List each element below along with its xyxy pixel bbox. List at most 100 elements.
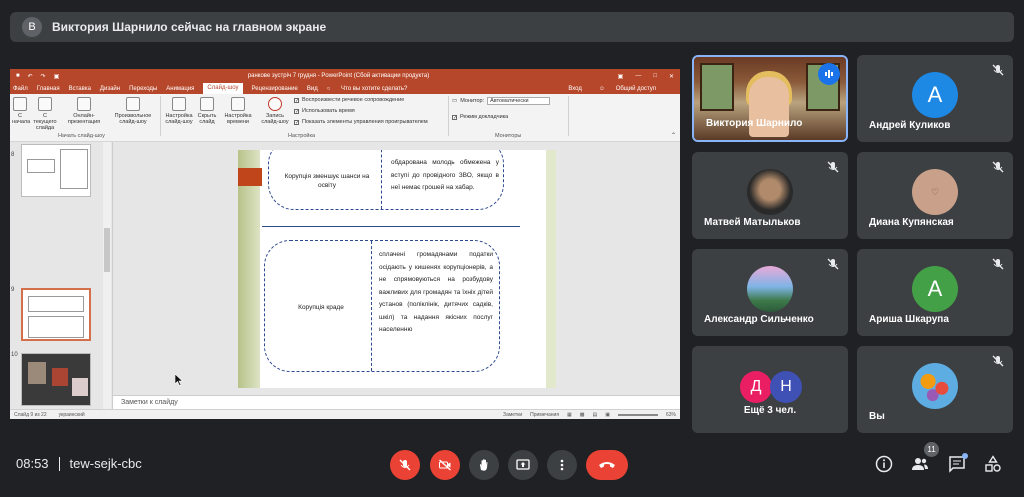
participant-name: Виктория Шарнило — [706, 118, 803, 129]
tab-design[interactable]: Дизайн — [100, 86, 120, 92]
camera-toggle-button[interactable] — [430, 450, 460, 480]
undo-icon[interactable]: ↶ — [28, 73, 33, 80]
participant-name: Матвей Матыльков — [704, 217, 801, 228]
participant-name: Вы — [869, 411, 885, 422]
participant-tile[interactable]: ♡ Диана Купянская — [857, 152, 1013, 239]
ribbon: С начала С текущего слайда Онлайн-презен… — [10, 94, 680, 142]
use-timings-checkbox[interactable]: ✓ Использовать время — [294, 108, 355, 114]
slide-canvas: Корупція зменшує шанси на освіту обдаров… — [113, 142, 680, 395]
tab-home[interactable]: Главная — [37, 86, 60, 92]
avatar: А — [912, 72, 958, 118]
notes-toggle[interactable]: Заметки — [503, 412, 522, 418]
presenting-banner: В Виктория Шарнило сейчас на главном экр… — [10, 12, 1014, 42]
participant-name: Александр Сильченко — [704, 314, 814, 325]
participant-count-badge: 11 — [924, 442, 939, 457]
rehearse-timings-button[interactable]: Настройка времени — [220, 97, 256, 125]
check-icon: ✓ — [294, 119, 300, 126]
mic-off-icon — [992, 258, 1004, 270]
hide-slide-icon — [200, 97, 214, 111]
participant-tile[interactable]: Александр Сильченко — [692, 249, 848, 336]
avatar — [747, 169, 793, 215]
present-screen-button[interactable] — [508, 450, 538, 480]
participant-tile[interactable]: А Андрей Куликов — [857, 55, 1013, 142]
mic-toggle-button[interactable] — [390, 450, 420, 480]
hide-slide-button[interactable]: Скрыть слайд — [196, 97, 218, 125]
close-icon[interactable]: ✕ — [669, 73, 674, 80]
share-button[interactable]: ☺ Общий доступ — [599, 86, 665, 92]
zoom-slider[interactable] — [617, 413, 658, 416]
normal-view-icon[interactable]: ▦ — [567, 412, 572, 418]
chat-notification-dot — [962, 453, 968, 459]
meeting-info-button[interactable] — [873, 453, 895, 475]
thumbnails-scrollbar[interactable] — [103, 142, 111, 409]
powerpoint-titlebar: ■ ↶ ↷ ▣ ранкове зустріч 7 грудня - Power… — [10, 69, 680, 83]
slide-counter: Слайд 9 из 22 — [14, 411, 47, 418]
tab-review[interactable]: Рецензирование — [252, 86, 298, 92]
sorter-view-icon[interactable]: ▩ — [580, 412, 585, 418]
tab-insert[interactable]: Вставка — [69, 86, 91, 92]
reading-view-icon[interactable]: ▤ — [593, 412, 598, 418]
row-label: Корупція краде — [298, 303, 344, 311]
record-icon — [268, 97, 282, 111]
ribbon-options-icon[interactable]: ▣ — [618, 73, 624, 80]
media-controls-checkbox[interactable]: ✓ Показать элементы управления проигрыват… — [294, 119, 428, 125]
participant-tile[interactable]: А Ариша Шкарупа — [857, 249, 1013, 336]
slide-thumbnail[interactable] — [21, 353, 91, 406]
ribbon-tabs: Файл Главная Вставка Дизайн Переходы Ани… — [10, 83, 680, 94]
tab-slideshow[interactable]: Слайд-шоу — [203, 83, 243, 94]
raise-hand-button[interactable] — [469, 450, 499, 480]
collapse-ribbon-icon[interactable]: ⌃ — [671, 132, 676, 139]
narration-checkbox[interactable]: ✓ Воспроизвести речевое сопровождение — [294, 97, 404, 103]
row-text: сплачені громадянами податки осідають у … — [379, 251, 493, 333]
save-icon[interactable]: ■ — [16, 73, 20, 79]
setup-slideshow-button[interactable]: Настройка слайд-шоу — [164, 97, 194, 125]
participant-tile[interactable]: Матвей Матыльков — [692, 152, 848, 239]
maximize-icon[interactable]: □ — [653, 73, 657, 80]
comments-toggle[interactable]: Примечания — [530, 412, 559, 418]
notes-pane[interactable]: Заметки к слайду — [113, 395, 680, 409]
minimize-icon[interactable]: — — [635, 73, 641, 80]
tell-me-search[interactable]: ○ Что вы хотите сделать? — [327, 86, 417, 92]
participant-tile-presenter[interactable]: Виктория Шарнило — [692, 55, 848, 142]
participant-name: Андрей Куликов — [869, 120, 951, 131]
participant-name: Ещё 3 чел. — [743, 405, 797, 416]
tab-file[interactable]: Файл — [13, 86, 28, 92]
presenter-avatar: В — [22, 17, 42, 37]
slide-thumbnail[interactable] — [21, 144, 91, 197]
from-beginning-button[interactable]: С начала — [12, 97, 30, 125]
participant-name: Ариша Шкарупа — [869, 314, 949, 325]
more-options-button[interactable] — [547, 450, 577, 480]
record-slideshow-button[interactable]: Запись слайд-шоу — [258, 97, 292, 125]
online-present-button[interactable]: Онлайн-презентация — [64, 97, 104, 125]
tab-transitions[interactable]: Переходы — [129, 86, 157, 92]
activities-button[interactable] — [982, 453, 1004, 475]
redo-icon[interactable]: ↷ — [41, 73, 46, 80]
presenter-view-checkbox[interactable]: ✓ Режим докладчика — [452, 114, 508, 120]
people-icon — [912, 458, 928, 470]
tab-view[interactable]: Вид — [307, 86, 318, 92]
participant-tile-self[interactable]: Вы — [857, 346, 1013, 433]
slide-thumbnails-pane: 8 9 10 11 — [10, 142, 113, 419]
group-setup-label: Настройка — [288, 133, 316, 139]
shared-screen: ■ ↶ ↷ ▣ ранкове зустріч 7 грудня - Power… — [10, 69, 680, 419]
tab-animations[interactable]: Анимация — [166, 86, 194, 92]
custom-show-icon — [126, 97, 140, 111]
avatar: Н — [770, 371, 802, 403]
info-icon — [875, 455, 893, 473]
online-present-icon — [77, 97, 91, 111]
participant-tile-more[interactable]: Д Н Ещё 3 чел. — [692, 346, 848, 433]
avatar: ♡ — [912, 169, 958, 215]
sign-in-link[interactable]: Вход — [568, 86, 582, 92]
monitor-select[interactable]: ▭ Монитор: Автоматически — [452, 97, 550, 105]
custom-slideshow-button[interactable]: Произвольное слайд-шоу — [110, 97, 156, 125]
from-current-button[interactable]: С текущего слайда — [32, 97, 58, 131]
slide-row-education: Корупція зменшує шанси на освіту обдаров… — [268, 150, 504, 210]
zoom-level: 63% — [665, 411, 676, 418]
slide-row-stealing: Корупція краде сплачені громадянами пода… — [264, 240, 500, 372]
mouse-cursor-icon — [175, 374, 183, 386]
present-icon[interactable]: ▣ — [54, 73, 60, 80]
slideshow-view-icon[interactable]: ▣ — [605, 412, 610, 418]
hand-icon — [480, 459, 488, 471]
leave-call-button[interactable] — [586, 450, 628, 480]
slide-thumbnail-selected[interactable] — [21, 288, 91, 341]
